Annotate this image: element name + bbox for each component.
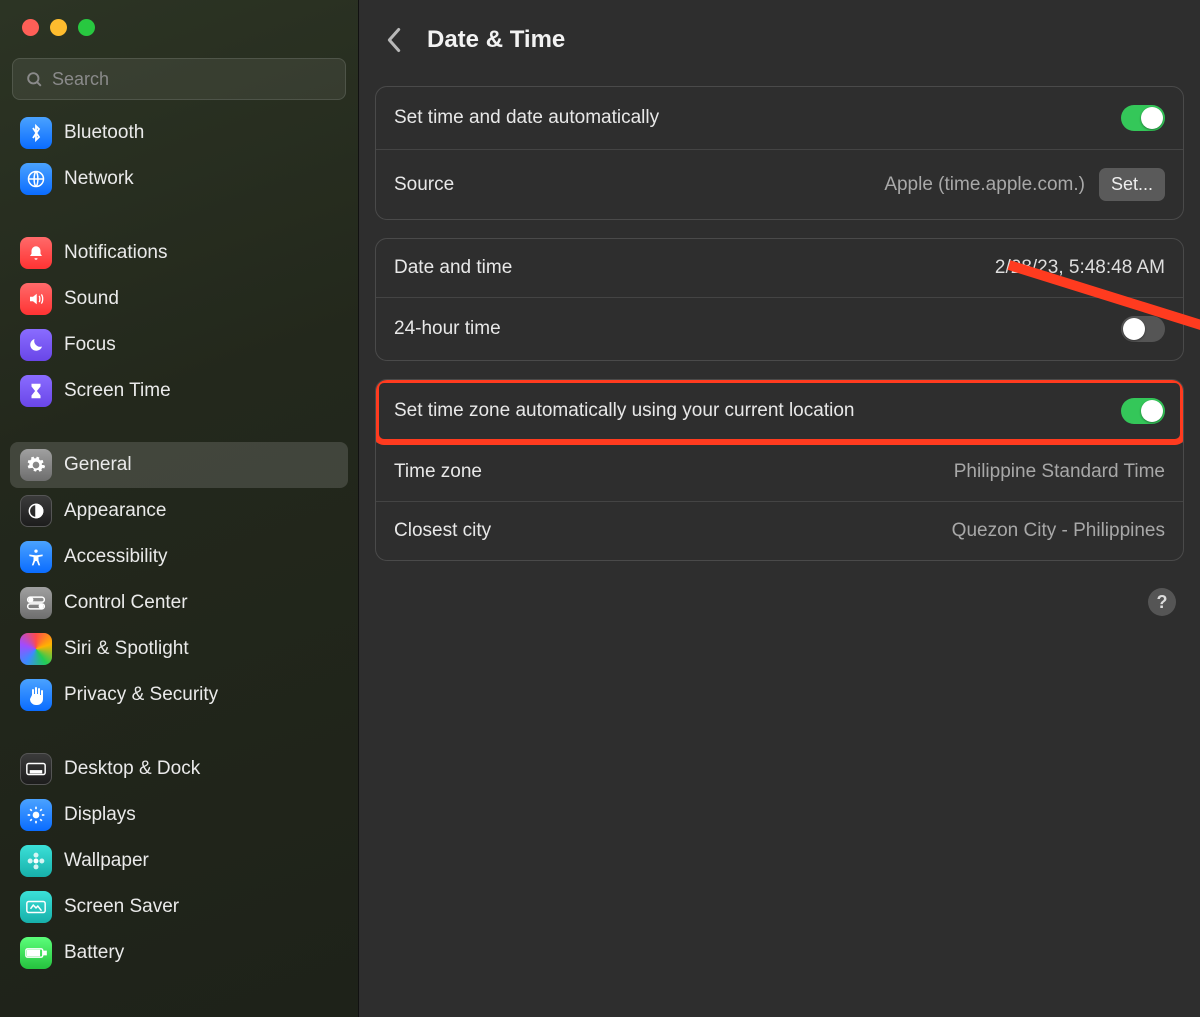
sidebar-nav: Bluetooth Network Notifications Sound Fo… bbox=[0, 110, 358, 1017]
main-pane: Date & Time Set time and date automatica… bbox=[359, 0, 1200, 1017]
source-value: Apple (time.apple.com.) bbox=[884, 174, 1085, 196]
sidebar-item-label: Battery bbox=[64, 942, 124, 964]
sidebar-item-label: Accessibility bbox=[64, 546, 167, 568]
back-button[interactable] bbox=[381, 22, 407, 58]
traffic-lights bbox=[0, 0, 358, 36]
row-tz: Time zone Philippine Standard Time bbox=[376, 442, 1183, 501]
sidebar-item-label: Control Center bbox=[64, 592, 188, 614]
twentyfour-toggle[interactable] bbox=[1121, 316, 1165, 342]
sidebar-item-notifications[interactable]: Notifications bbox=[10, 230, 348, 276]
tz-label: Time zone bbox=[394, 461, 482, 483]
row-24hour: 24-hour time bbox=[376, 297, 1183, 360]
sidebar-item-general[interactable]: General bbox=[10, 442, 348, 488]
hand-icon bbox=[20, 679, 52, 711]
date-time-value: 2/28/23, 5:48:48 AM bbox=[995, 257, 1165, 279]
auto-time-label: Set time and date automatically bbox=[394, 107, 659, 129]
flower-icon bbox=[20, 845, 52, 877]
page-title: Date & Time bbox=[427, 26, 565, 54]
sidebar-item-label: Privacy & Security bbox=[64, 684, 218, 706]
panel-timezone: Set time zone automatically using your c… bbox=[375, 379, 1184, 561]
set-source-button[interactable]: Set... bbox=[1099, 168, 1165, 201]
sidebar-item-label: Network bbox=[64, 168, 134, 190]
sidebar-item-label: Screen Saver bbox=[64, 896, 179, 918]
hourglass-icon bbox=[20, 375, 52, 407]
gear-icon bbox=[20, 449, 52, 481]
speaker-icon bbox=[20, 283, 52, 315]
siri-icon bbox=[20, 633, 52, 665]
source-label: Source bbox=[394, 174, 454, 196]
appearance-icon bbox=[20, 495, 52, 527]
sidebar-item-label: General bbox=[64, 454, 132, 476]
bell-icon bbox=[20, 237, 52, 269]
row-city: Closest city Quezon City - Philippines bbox=[376, 501, 1183, 560]
sidebar-item-privacy-security[interactable]: Privacy & Security bbox=[10, 672, 348, 718]
sidebar-item-screen-time[interactable]: Screen Time bbox=[10, 368, 348, 414]
row-source: Source Apple (time.apple.com.) Set... bbox=[376, 149, 1183, 219]
sidebar-item-network[interactable]: Network bbox=[10, 156, 348, 202]
sidebar-item-label: Focus bbox=[64, 334, 116, 356]
auto-time-toggle[interactable] bbox=[1121, 105, 1165, 131]
switches-icon bbox=[20, 587, 52, 619]
search-input[interactable] bbox=[52, 69, 333, 90]
tz-value: Philippine Standard Time bbox=[954, 461, 1165, 483]
twentyfour-label: 24-hour time bbox=[394, 318, 501, 340]
sidebar-item-label: Appearance bbox=[64, 500, 166, 522]
dock-icon bbox=[20, 753, 52, 785]
row-auto-tz: Set time zone automatically using your c… bbox=[376, 380, 1183, 442]
sidebar-item-focus[interactable]: Focus bbox=[10, 322, 348, 368]
help-icon: ? bbox=[1157, 592, 1168, 613]
sidebar-item-label: Wallpaper bbox=[64, 850, 149, 872]
sidebar-item-screen-saver[interactable]: Screen Saver bbox=[10, 884, 348, 930]
sidebar-item-sound[interactable]: Sound bbox=[10, 276, 348, 322]
sidebar-item-battery[interactable]: Battery bbox=[10, 930, 348, 976]
search-field[interactable] bbox=[12, 58, 346, 100]
panel-time-source: Set time and date automatically Source A… bbox=[375, 86, 1184, 220]
sun-icon bbox=[20, 799, 52, 831]
sidebar-item-control-center[interactable]: Control Center bbox=[10, 580, 348, 626]
sidebar-item-wallpaper[interactable]: Wallpaper bbox=[10, 838, 348, 884]
globe-icon bbox=[20, 163, 52, 195]
city-value: Quezon City - Philippines bbox=[952, 520, 1165, 542]
screensaver-icon bbox=[20, 891, 52, 923]
sidebar-item-label: Desktop & Dock bbox=[64, 758, 200, 780]
sidebar-item-label: Notifications bbox=[64, 242, 168, 264]
sidebar-item-siri-spotlight[interactable]: Siri & Spotlight bbox=[10, 626, 348, 672]
date-time-label: Date and time bbox=[394, 257, 512, 279]
row-auto-time: Set time and date automatically bbox=[376, 87, 1183, 149]
moon-icon bbox=[20, 329, 52, 361]
sidebar-item-displays[interactable]: Displays bbox=[10, 792, 348, 838]
help-button[interactable]: ? bbox=[1148, 588, 1176, 616]
search-icon bbox=[25, 70, 44, 89]
sidebar-item-label: Displays bbox=[64, 804, 136, 826]
sidebar-item-bluetooth[interactable]: Bluetooth bbox=[10, 110, 348, 156]
sidebar-item-label: Screen Time bbox=[64, 380, 171, 402]
battery-icon bbox=[20, 937, 52, 969]
close-window-button[interactable] bbox=[22, 19, 39, 36]
sidebar: Bluetooth Network Notifications Sound Fo… bbox=[0, 0, 359, 1017]
sidebar-item-label: Bluetooth bbox=[64, 122, 144, 144]
sidebar-item-label: Sound bbox=[64, 288, 119, 310]
sidebar-item-accessibility[interactable]: Accessibility bbox=[10, 534, 348, 580]
city-label: Closest city bbox=[394, 520, 491, 542]
bluetooth-icon bbox=[20, 117, 52, 149]
sidebar-item-label: Siri & Spotlight bbox=[64, 638, 189, 660]
row-date-time: Date and time 2/28/23, 5:48:48 AM bbox=[376, 239, 1183, 297]
panel-date-time: Date and time 2/28/23, 5:48:48 AM 24-hou… bbox=[375, 238, 1184, 361]
zoom-window-button[interactable] bbox=[78, 19, 95, 36]
minimize-window-button[interactable] bbox=[50, 19, 67, 36]
accessibility-icon bbox=[20, 541, 52, 573]
sidebar-item-desktop-dock[interactable]: Desktop & Dock bbox=[10, 746, 348, 792]
auto-tz-toggle[interactable] bbox=[1121, 398, 1165, 424]
auto-tz-label: Set time zone automatically using your c… bbox=[394, 400, 854, 422]
sidebar-item-appearance[interactable]: Appearance bbox=[10, 488, 348, 534]
header: Date & Time bbox=[375, 0, 1184, 86]
